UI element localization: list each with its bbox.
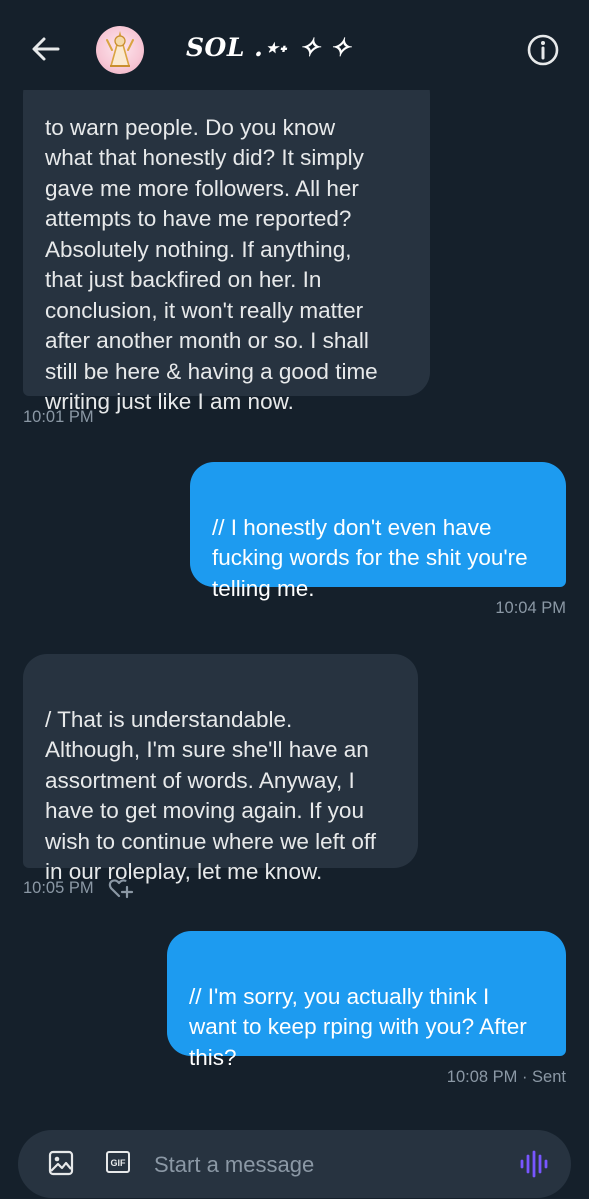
message-input[interactable] bbox=[152, 1148, 496, 1182]
message-timestamp: 10:01 PM bbox=[23, 408, 94, 426]
message-bubble-incoming[interactable]: / That is understandable. Although, I'm … bbox=[23, 654, 418, 884]
message-text: / That is understandable. Although, I'm … bbox=[45, 706, 377, 885]
message-timestamp: 10:04 PM bbox=[495, 599, 566, 617]
gif-label: GIF bbox=[110, 1158, 126, 1168]
contact-name[interactable]: SOL .⋆˖ ✧ ✧ bbox=[186, 33, 351, 62]
message-text: to warn people. Do you know what that ho… bbox=[45, 114, 378, 415]
message-composer: GIF bbox=[18, 1130, 571, 1198]
voice-message-icon[interactable] bbox=[518, 1148, 550, 1180]
message-timestamp: 10:05 PM bbox=[23, 879, 94, 897]
message-timestamp: 10:08 PM · Sent bbox=[446, 1068, 566, 1086]
conversation-header: SOL .⋆˖ ✧ ✧ bbox=[0, 0, 589, 90]
message-bubble-incoming[interactable]: to warn people. Do you know what that ho… bbox=[23, 70, 430, 414]
avatar-illustration bbox=[106, 31, 134, 67]
message-text: // I'm sorry, you actually think I want … bbox=[189, 983, 527, 1070]
arrow-left-icon[interactable] bbox=[30, 34, 62, 64]
message-text: // I honestly don't even have fucking wo… bbox=[212, 514, 528, 601]
message-bubble-outgoing[interactable]: // I honestly don't even have fucking wo… bbox=[190, 462, 566, 601]
image-icon[interactable] bbox=[48, 1150, 74, 1176]
add-reaction-icon[interactable] bbox=[108, 876, 134, 900]
avatar[interactable] bbox=[96, 26, 144, 74]
message-thread: to warn people. Do you know what that ho… bbox=[0, 0, 589, 1120]
gif-button[interactable]: GIF bbox=[106, 1151, 130, 1173]
info-icon[interactable] bbox=[526, 33, 560, 67]
message-bubble-outgoing[interactable]: // I'm sorry, you actually think I want … bbox=[167, 931, 566, 1070]
